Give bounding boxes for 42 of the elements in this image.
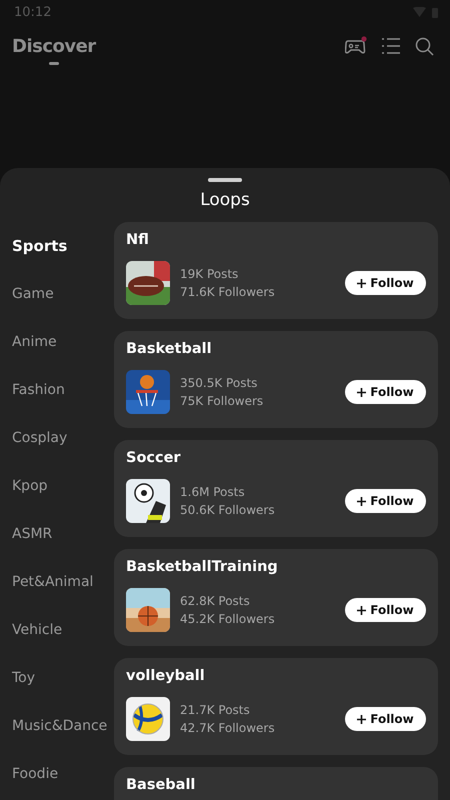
status-time: 10:12 xyxy=(14,4,52,20)
post-count: 1.6M Posts xyxy=(180,485,246,499)
loop-card[interactable]: Baseball xyxy=(114,767,438,800)
category-item[interactable]: Game xyxy=(0,270,114,318)
loop-name: Baseball xyxy=(126,777,196,795)
category-item[interactable]: Cosplay xyxy=(0,414,114,462)
follower-count: 71.6K Followers xyxy=(180,285,276,299)
category-item[interactable]: Vehicle xyxy=(0,606,114,654)
category-item[interactable]: Pet&Animal xyxy=(0,558,114,606)
sheet-title: Loops xyxy=(200,190,250,212)
loop-card[interactable]: volleyball 21.7K Posts 42.7K Followers Follow xyxy=(114,658,438,755)
follow-button[interactable]: Follow xyxy=(345,598,426,622)
loop-name: BasketballTraining xyxy=(126,559,279,577)
post-count: 21.7K Posts xyxy=(180,703,251,717)
loop-name: Nfl xyxy=(126,232,150,250)
category-item[interactable]: Foodie xyxy=(0,750,114,798)
page-title: Discover xyxy=(12,36,96,57)
follow-button[interactable]: Follow xyxy=(345,707,426,731)
loop-card[interactable]: Basketball 350.5K Posts 75K Followers Follow xyxy=(114,331,438,428)
post-count: 19K Posts xyxy=(180,267,240,281)
loop-name: volleyball xyxy=(126,668,206,686)
category-item[interactable]: Music&Dance xyxy=(0,702,114,750)
category-item[interactable]: Anime xyxy=(0,318,114,366)
loop-card[interactable]: BasketballTraining 62.8K Posts 45.2K Followers Follow xyxy=(114,549,438,646)
post-count: 350.5K Posts xyxy=(180,376,258,390)
loop-card[interactable]: Soccer 1.6M Posts 50.6K Followers Follow xyxy=(114,440,438,537)
follower-count: 50.6K Followers xyxy=(180,503,276,517)
loop-name: Soccer xyxy=(126,450,182,468)
loop-name: Basketball xyxy=(126,341,213,359)
category-item[interactable]: Sports xyxy=(0,222,114,270)
category-item[interactable]: Toy xyxy=(0,654,114,702)
post-count: 62.8K Posts xyxy=(180,594,251,608)
follow-button[interactable]: Follow xyxy=(345,271,426,295)
follower-count: 75K Followers xyxy=(180,394,264,408)
follow-button[interactable]: Follow xyxy=(345,380,426,404)
follower-count: 45.2K Followers xyxy=(180,612,276,626)
category-item[interactable]: Kpop xyxy=(0,462,114,510)
loop-card[interactable]: Nfl 19K Posts 71.6K Followers Follow xyxy=(114,222,438,319)
follower-count: 42.7K Followers xyxy=(180,721,276,735)
follow-button[interactable]: Follow xyxy=(345,489,426,513)
category-item[interactable]: Fashion xyxy=(0,366,114,414)
category-item[interactable]: ASMR xyxy=(0,510,114,558)
